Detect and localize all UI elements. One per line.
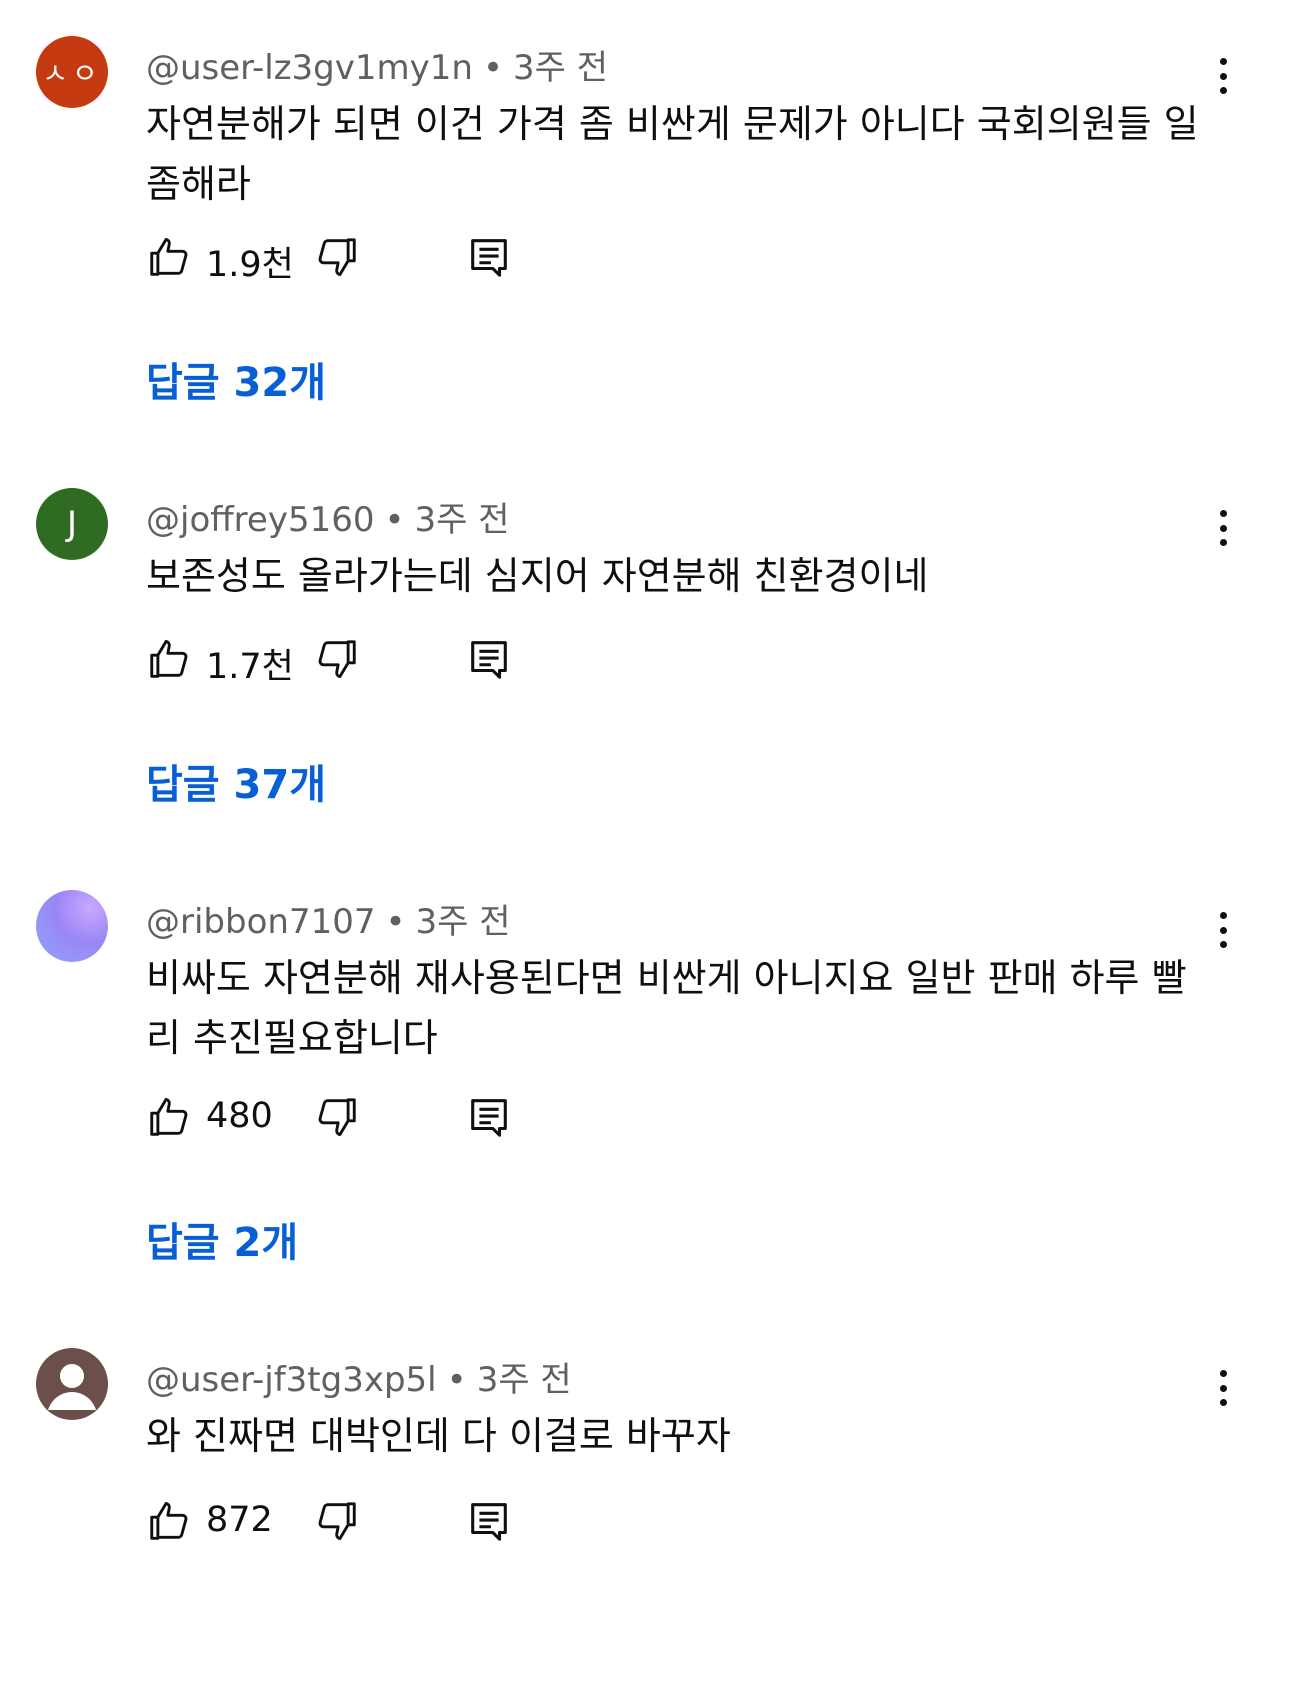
avatar[interactable] [36,1348,108,1420]
meta-separator: • [446,1360,467,1400]
view-replies-button[interactable]: 답글 32개 [146,350,326,408]
like-count: 1.9천 [206,245,294,285]
comment-actions: 1.7천 [146,636,566,687]
meta-separator: • [384,500,405,540]
view-replies-button[interactable]: 답글 2개 [146,1210,298,1268]
thumbs-down-icon[interactable] [314,1094,360,1140]
comment-actions: 1.9천 [146,234,566,285]
more-vertical-icon[interactable] [1208,508,1238,548]
comment-text: 와 진짜면 대박인데 다 이걸로 바꾸자 [146,1414,731,1458]
thumbs-up-icon[interactable] [146,1498,192,1544]
avatar[interactable]: ㅅㅇ [36,36,108,108]
avatar[interactable] [36,890,108,962]
comment-time[interactable]: 3주 전 [477,1360,572,1400]
like-count: 872 [206,1500,273,1540]
default-avatar-icon [48,1364,96,1410]
meta-separator: • [482,48,503,88]
view-replies-button[interactable]: 답글 37개 [146,752,326,810]
comment-text: 비싸도 자연분해 재사용된다면 비싼게 아니지요 일반 판매 하루 빨리 추진필… [146,956,1187,1060]
comment-meta: @joffrey5160 • 3주 전 [146,492,510,541]
comment-meta: @user-lz3gv1my1n • 3주 전 [146,40,608,89]
more-vertical-icon[interactable] [1208,1368,1238,1408]
meta-separator: • [385,902,406,942]
thumbs-up-icon[interactable] [146,636,192,682]
comment-author-handle[interactable]: @joffrey5160 [146,500,374,540]
comment-time[interactable]: 3주 전 [513,48,608,88]
comment-meta: @user-jf3tg3xp5l • 3주 전 [146,1352,572,1401]
reply-comment-icon[interactable] [466,636,512,682]
comment-author-handle[interactable]: @ribbon7107 [146,902,375,942]
comment-time[interactable]: 3주 전 [416,902,511,942]
comment-text: 보존성도 올라가는데 심지어 자연분해 친환경이네 [146,554,929,598]
reply-comment-icon[interactable] [466,234,512,280]
comment-time[interactable]: 3주 전 [415,500,510,540]
reply-comment-icon[interactable] [466,1498,512,1544]
thumbs-down-icon[interactable] [314,234,360,280]
like-count: 480 [206,1096,273,1136]
avatar-initials: J [66,504,78,544]
comment-author-handle[interactable]: @user-jf3tg3xp5l [146,1360,437,1400]
comment-author-handle[interactable]: @user-lz3gv1my1n [146,48,473,88]
thumbs-down-icon[interactable] [314,1498,360,1544]
thumbs-up-icon[interactable] [146,234,192,280]
more-vertical-icon[interactable] [1208,56,1238,96]
more-vertical-icon[interactable] [1208,910,1238,950]
avatar-initials: ㅅㅇ [42,57,102,90]
comment-actions: 872 [146,1498,566,1548]
comment-meta: @ribbon7107 • 3주 전 [146,894,511,943]
avatar[interactable]: J [36,488,108,560]
thumbs-up-icon[interactable] [146,1094,192,1140]
like-count: 1.7천 [206,647,294,687]
comment-text: 자연분해가 되면 이건 가격 좀 비싼게 문제가 아니다 국회의원들 일좀해라 [146,102,1199,206]
thumbs-down-icon[interactable] [314,636,360,682]
comment-actions: 480 [146,1094,566,1144]
reply-comment-icon[interactable] [466,1094,512,1140]
